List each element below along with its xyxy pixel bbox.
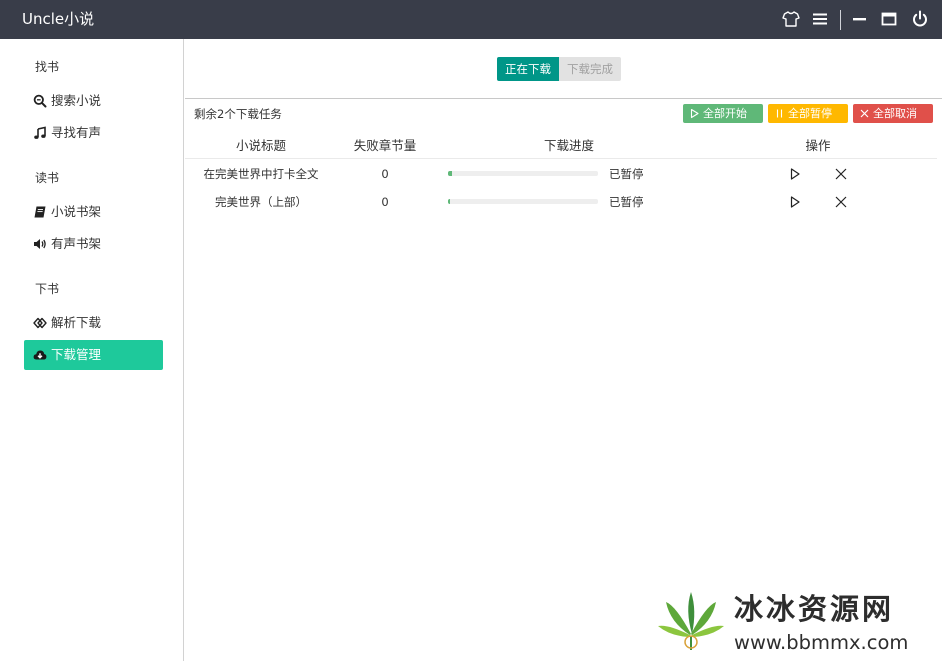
status-cell: 已暂停 xyxy=(609,195,644,209)
titlebar-separator xyxy=(840,10,841,30)
row-cancel-button[interactable] xyxy=(834,167,848,181)
row-start-button[interactable] xyxy=(788,167,802,181)
cancel-all-button[interactable]: 全部取消 xyxy=(853,104,933,123)
sidebar-group-read: 读书 xyxy=(35,171,60,185)
remaining-tasks-text: 剩余2个下载任务 xyxy=(194,107,282,121)
sidebar-item-download-manager[interactable]: 下载管理 xyxy=(24,340,163,370)
start-all-button[interactable]: 全部开始 xyxy=(683,104,763,123)
search-icon xyxy=(33,94,47,108)
power-icon[interactable] xyxy=(910,9,930,29)
sidebar-item-label: 小说书架 xyxy=(51,204,102,219)
sidebar-item-label: 搜索小说 xyxy=(51,93,102,108)
close-icon xyxy=(860,109,869,118)
progress-bar-fill xyxy=(448,199,450,204)
table-header: 小说标题 失败章节量 下载进度 操作 xyxy=(185,137,937,159)
novel-title-cell: 在完美世界中打卡全文 xyxy=(203,167,319,181)
sidebar-item-parse-download[interactable]: 解析下载 xyxy=(24,308,163,338)
cloud-download-icon xyxy=(33,350,47,360)
progress-bar xyxy=(448,199,598,204)
sidebar-item-bookshelf[interactable]: 小说书架 xyxy=(24,197,163,227)
failed-count-cell: 0 xyxy=(381,195,389,209)
row-start-button[interactable] xyxy=(788,195,802,209)
tab-completed[interactable]: 下载完成 xyxy=(559,57,621,81)
column-header-title: 小说标题 xyxy=(235,138,287,153)
table-row: 完美世界（上部） 0 已暂停 xyxy=(185,188,937,216)
minimize-icon[interactable] xyxy=(850,9,870,29)
sidebar: 找书 搜索小说 寻找有声 读书 小说书架 有声书架 下书 解析下载 下载管理 xyxy=(0,39,184,661)
sidebar-item-label: 解析下载 xyxy=(51,315,102,330)
watermark: 冰冰资源网 www.bbmmx.com xyxy=(650,586,942,661)
sidebar-item-label: 下载管理 xyxy=(51,347,102,362)
parse-icon xyxy=(33,317,47,329)
sidebar-item-find-audio[interactable]: 寻找有声 xyxy=(24,118,163,148)
menu-icon[interactable] xyxy=(810,9,830,29)
maximize-icon[interactable] xyxy=(879,9,899,29)
sidebar-item-label: 有声书架 xyxy=(51,236,102,251)
pause-icon xyxy=(776,109,783,118)
status-cell: 已暂停 xyxy=(609,167,644,181)
watermark-url: www.bbmmx.com xyxy=(734,631,909,654)
music-icon xyxy=(34,126,46,139)
sidebar-item-search-novel[interactable]: 搜索小说 xyxy=(24,86,163,116)
sidebar-item-audio-shelf[interactable]: 有声书架 xyxy=(24,229,163,259)
row-cancel-button[interactable] xyxy=(834,195,848,209)
sidebar-group-download: 下书 xyxy=(35,282,60,296)
column-header-failed: 失败章节量 xyxy=(353,138,417,153)
volume-icon xyxy=(34,239,46,249)
table-row: 在完美世界中打卡全文 0 已暂停 xyxy=(185,160,937,188)
cancel-all-label: 全部取消 xyxy=(873,107,917,120)
failed-count-cell: 0 xyxy=(381,167,389,181)
sidebar-item-label: 寻找有声 xyxy=(51,125,102,140)
pause-all-label: 全部暂停 xyxy=(788,107,832,120)
app-title: Uncle小说 xyxy=(22,10,95,28)
progress-bar-fill xyxy=(448,171,452,176)
leaf-logo-icon xyxy=(658,592,724,650)
column-header-actions: 操作 xyxy=(805,138,831,153)
sidebar-group-find: 找书 xyxy=(35,60,60,74)
start-all-label: 全部开始 xyxy=(703,107,747,120)
book-icon xyxy=(34,206,46,218)
pause-all-button[interactable]: 全部暂停 xyxy=(768,104,848,123)
main-panel: 正在下载 下载完成 剩余2个下载任务 全部开始 全部暂停 全部取消 小说标题 失… xyxy=(185,39,942,661)
progress-bar xyxy=(448,171,598,176)
download-tabs: 正在下载 下载完成 xyxy=(497,57,621,81)
novel-title-cell: 完美世界（上部） xyxy=(215,195,307,209)
shirt-icon[interactable] xyxy=(781,9,801,29)
app-window: Uncle小说 找书 搜索小说 寻找有声 读书 小说书架 有声书架 下书 解析下… xyxy=(0,0,942,661)
watermark-text: 冰冰资源网 xyxy=(734,592,895,626)
column-header-progress: 下载进度 xyxy=(543,138,595,153)
tab-downloading[interactable]: 正在下载 xyxy=(497,57,559,81)
title-bar: Uncle小说 xyxy=(0,0,942,39)
divider xyxy=(185,98,942,99)
play-icon xyxy=(690,108,699,119)
